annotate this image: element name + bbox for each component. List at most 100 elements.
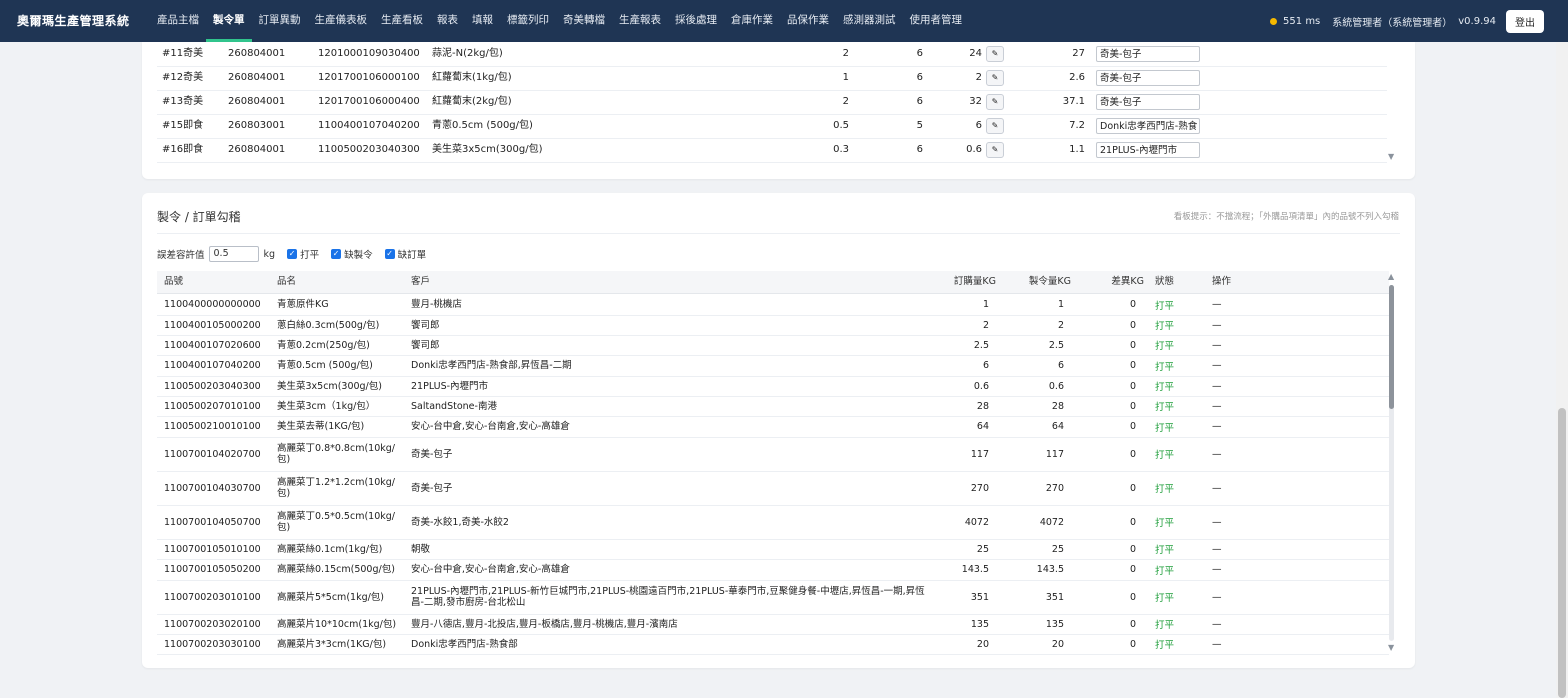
status-badge: 打平: [1155, 620, 1175, 631]
pencil-icon: ✎: [991, 121, 999, 130]
item-name: 美生菜3x5cm(300g/包): [277, 380, 382, 392]
item-name: 青蔥0.5cm (500g/包): [432, 120, 533, 131]
nav-item-chimei-convert[interactable]: 奇美轉檔: [556, 0, 612, 42]
status-badge: 打平: [1155, 402, 1175, 413]
item-name: 美生菜去蒂(1KG/包): [277, 421, 365, 432]
nav-item-production-report[interactable]: 生產報表: [612, 0, 668, 42]
customer-names: 豐月-八德店,豐月-北投店,豐月-板橋店,豐月-桃機店,豐月-濱南店: [411, 618, 678, 630]
nav-item-sensor-test[interactable]: 感測器測試: [836, 0, 903, 42]
order-no: 260803001: [228, 120, 286, 131]
customer-names: 安心-台中倉,安心-台南倉,安心-高雄倉: [411, 564, 570, 575]
section-hint: 看板提示：不擋流程；「外購品項清單」內的品號不列入勾稽: [1173, 212, 1399, 222]
filter-missing-order-make[interactable]: ✓ 缺製令: [331, 247, 373, 261]
nav-item-production-board[interactable]: 生產看板: [374, 0, 430, 42]
filter-balanced[interactable]: ✓ 打平: [287, 247, 319, 261]
diff-kg: 0: [1129, 564, 1136, 575]
table-row: 1100700203020100 高麗菜片10*10cm(1kg/包) 豐月-八德店…: [157, 614, 1389, 635]
diff-kg: 0: [1129, 543, 1136, 555]
make-kg: 351: [1045, 591, 1064, 603]
nav-item-label-print[interactable]: 標籤列印: [500, 0, 556, 42]
make-kg: 25: [1051, 543, 1064, 555]
qty-a: 0.5: [833, 120, 849, 131]
action-cell: —: [1212, 482, 1222, 494]
item-name: 青蔥原件KG: [277, 299, 329, 310]
nav-item-product-master[interactable]: 產品主檔: [150, 0, 206, 42]
edit-button[interactable]: ✎: [986, 118, 1004, 134]
item-name: 美生菜3cm（1kg/包）: [277, 400, 376, 412]
logout-button[interactable]: 登出: [1506, 9, 1544, 33]
qty-a: 2: [842, 48, 849, 59]
customer-names: 21PLUS-內壢門市,21PLUS-新竹巨城門市,21PLUS-桃園遠百門市,…: [411, 586, 925, 608]
edit-button[interactable]: ✎: [986, 142, 1004, 158]
qty-a: 0.3: [833, 144, 849, 155]
nav-item-work-order[interactable]: 製令單: [206, 0, 252, 42]
status-badge: 打平: [1155, 341, 1175, 352]
customer-input[interactable]: 奇美-包子: [1096, 70, 1200, 86]
nav-item-user-admin[interactable]: 使用者管理: [903, 0, 970, 42]
nav-item-order-change[interactable]: 訂單異動: [252, 0, 308, 42]
order-no: 260804001: [228, 144, 286, 155]
table-row: 1100500203040300 美生菜3x5cm(300g/包) 21PLUS-內…: [157, 376, 1389, 397]
checkbox-checked-icon[interactable]: ✓: [384, 249, 395, 259]
item-code: 1100400107020600: [164, 339, 261, 351]
nav-item-quality[interactable]: 品保作業: [780, 0, 836, 42]
action-cell: —: [1212, 618, 1222, 630]
table-scrollbar-thumb[interactable]: [1389, 285, 1394, 409]
customer-input[interactable]: Donki忠孝西門店-熟食: [1096, 118, 1200, 134]
checkbox-label: 缺訂單: [397, 250, 427, 261]
top-navbar: 奧爾瑪生產管理系統 產品主檔 製令單 訂單異動 生產儀表板 生產看板 報表 填報…: [0, 0, 1568, 42]
diff-kg: 0: [1129, 299, 1136, 310]
customer-names: 朝敬: [411, 543, 431, 555]
checkbox-label: 打平: [300, 250, 320, 261]
item-name: 高麗菜丁1.2*1.2cm(10kg/包): [277, 477, 395, 499]
item-name: 蒜泥-N(2kg/包): [432, 48, 503, 59]
page-scrollbar[interactable]: [1556, 42, 1568, 698]
diff-kg: 0: [1129, 638, 1136, 650]
checkbox-checked-icon[interactable]: ✓: [331, 249, 342, 259]
triangle-up-icon[interactable]: ▲: [1388, 272, 1394, 281]
customer-input[interactable]: 21PLUS-內壢門市: [1096, 142, 1200, 158]
status-badge: 打平: [1155, 382, 1175, 393]
edit-button[interactable]: ✎: [986, 94, 1004, 110]
nav-item-post-harvest[interactable]: 採後處理: [668, 0, 724, 42]
tolerance-input[interactable]: 0.5: [208, 246, 259, 262]
version-text: v0.9.94: [1458, 15, 1496, 27]
checkbox-checked-icon[interactable]: ✓: [287, 249, 298, 259]
qty-b: 6: [916, 72, 923, 83]
diff-kg: 0: [1129, 380, 1136, 392]
nav-item-fill-report[interactable]: 填報: [465, 0, 500, 42]
section-divider: [157, 233, 1400, 234]
customer-input[interactable]: 奇美-包子: [1096, 46, 1200, 62]
edit-button[interactable]: ✎: [986, 46, 1004, 62]
customer-input[interactable]: 奇美-包子: [1096, 94, 1200, 110]
triangle-down-icon[interactable]: ▼: [1388, 152, 1394, 161]
customer-names: Donki忠孝西門店-熟食部: [411, 638, 518, 650]
item-code: 1201700106000400: [318, 96, 420, 107]
action-cell: —: [1212, 380, 1222, 392]
order-kg: 6: [982, 360, 989, 371]
make-kg: 4072: [1039, 516, 1064, 528]
table-scrollbar[interactable]: [1389, 285, 1394, 641]
edit-button[interactable]: ✎: [986, 70, 1004, 86]
status-badge: 打平: [1155, 484, 1175, 495]
nav-item-production-dashboard[interactable]: 生產儀表板: [308, 0, 375, 42]
customer-names: 奇美-水餃1,奇美-水餃2: [411, 516, 509, 528]
item-name: 高麗菜丁0.8*0.8cm(10kg/包): [277, 443, 395, 465]
nav-item-warehouse[interactable]: 倉庫作業: [724, 0, 780, 42]
pencil-icon: ✎: [991, 49, 999, 58]
page-scrollbar-thumb[interactable]: [1558, 408, 1566, 698]
item-name: 青蔥0.2cm(250g/包): [277, 339, 370, 351]
item-code: 1100700203010100: [164, 591, 261, 603]
item-code: 1100400107040200: [164, 360, 261, 371]
row-id: #11奇美: [162, 48, 204, 59]
item-code: 1100500203040300: [318, 144, 420, 155]
status-badge: 打平: [1155, 518, 1175, 529]
table-row: 1100400000000000 青蔥原件KG 豐月-桃機店 1 1 0 打平 —: [157, 294, 1389, 316]
qty-b: 6: [916, 96, 923, 107]
nav-item-reports[interactable]: 報表: [430, 0, 465, 42]
make-kg: 135: [1045, 618, 1064, 630]
filter-missing-order[interactable]: ✓ 缺訂單: [384, 247, 427, 261]
col-name: 品名: [277, 276, 297, 287]
section-title: 製令 / 訂單勾稽: [157, 210, 241, 224]
triangle-down-icon[interactable]: ▼: [1388, 643, 1394, 652]
